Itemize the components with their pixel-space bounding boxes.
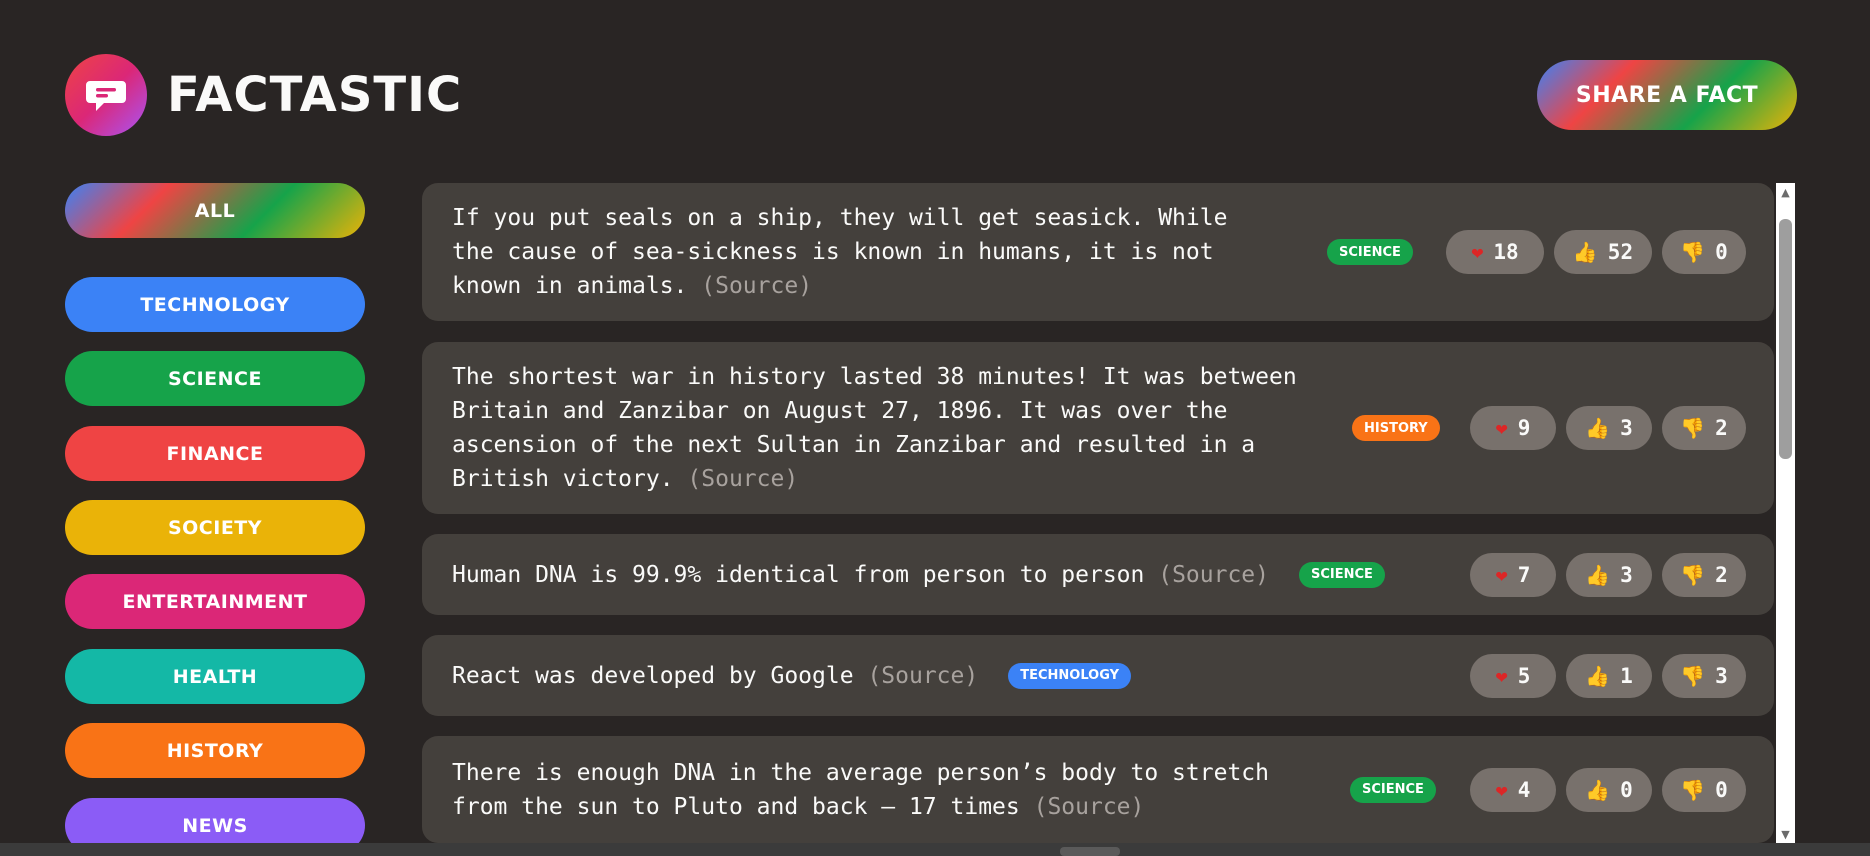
category-technology-button[interactable]: TECHNOLOGY — [65, 277, 365, 332]
brand: FACTASTIC — [65, 54, 462, 136]
share-fact-button[interactable]: SHARE A FACT — [1537, 60, 1797, 130]
source-link[interactable]: (Source) — [687, 466, 798, 492]
fact-statement: React was developed by Google — [452, 662, 854, 689]
thumbs-up-icon: 👍 — [1585, 416, 1611, 440]
fact-item: There is enough DNA in the average perso… — [422, 736, 1774, 843]
heart-count: 9 — [1517, 416, 1531, 440]
thumbs-up-vote-button[interactable]: 👍 1 — [1566, 653, 1652, 698]
header: FACTASTIC SHARE A FACT — [65, 54, 1797, 136]
category-society-button[interactable]: SOCIETY — [65, 500, 365, 555]
thumbs-down-count: 2 — [1715, 416, 1728, 440]
thumbs-down-icon: 👎 — [1680, 562, 1706, 587]
thumbs-up-icon: 👍 — [1585, 777, 1611, 802]
scroll-up-arrow-icon[interactable]: ▲ — [1776, 183, 1795, 201]
thumbs-down-icon: 👎 — [1680, 416, 1706, 440]
fact-statement: Human DNA is 99.9% identical from person… — [452, 561, 1145, 588]
thumbs-down-icon: 👎 — [1680, 777, 1706, 802]
fact-statement: The shortest war in history lasted 38 mi… — [452, 364, 1297, 492]
category-tag: HISTORY — [1352, 415, 1440, 441]
source-link[interactable]: (Source) — [867, 663, 978, 689]
vote-buttons: ❤ 18 👍 52 👎 0 — [1446, 230, 1746, 274]
fact-statement: If you put seals on a ship, they will ge… — [452, 205, 1228, 299]
category-all-button[interactable]: ALL — [65, 183, 365, 238]
thumbs-up-icon: 👍 — [1585, 663, 1611, 688]
heart-count: 4 — [1517, 777, 1531, 802]
thumbs-down-icon: 👎 — [1680, 663, 1706, 688]
heart-vote-button[interactable]: ❤ 7 — [1470, 552, 1556, 597]
category-tag: SCIENCE — [1299, 561, 1385, 588]
thumbs-up-count: 3 — [1620, 416, 1633, 440]
heart-vote-button[interactable]: ❤ 18 — [1446, 230, 1544, 274]
thumbs-down-count: 0 — [1715, 240, 1728, 264]
thumbs-down-count: 3 — [1715, 663, 1728, 688]
category-history-button[interactable]: HISTORY — [65, 723, 365, 778]
heart-vote-button[interactable]: ❤ 4 — [1470, 767, 1556, 812]
page: FACTASTIC SHARE A FACT ALL TECHNOLOGY SC… — [0, 0, 1870, 856]
scroll-down-arrow-icon[interactable]: ▼ — [1776, 825, 1795, 843]
source-link[interactable]: (Source) — [1158, 562, 1269, 588]
fact-text: Human DNA is 99.9% identical from person… — [452, 558, 1269, 592]
heart-vote-button[interactable]: ❤ 9 — [1470, 406, 1556, 450]
heart-icon: ❤ — [1495, 562, 1508, 587]
horizontal-scrollbar-thumb[interactable] — [1060, 847, 1120, 856]
category-tag: TECHNOLOGY — [1008, 662, 1131, 689]
heart-icon: ❤ — [1495, 663, 1508, 688]
heart-icon: ❤ — [1471, 240, 1484, 264]
heart-count: 18 — [1493, 240, 1519, 264]
heart-vote-button[interactable]: ❤ 5 — [1470, 653, 1556, 698]
heart-count: 7 — [1517, 562, 1531, 587]
fact-item: If you put seals on a ship, they will ge… — [422, 183, 1774, 321]
thumbs-down-vote-button[interactable]: 👎 3 — [1662, 653, 1746, 698]
thumbs-down-icon: 👎 — [1680, 240, 1706, 264]
thumbs-up-vote-button[interactable]: 👍 3 — [1566, 552, 1652, 597]
thumbs-up-count: 1 — [1620, 663, 1633, 688]
fact-item: Human DNA is 99.9% identical from person… — [422, 534, 1774, 615]
fact-statement: There is enough DNA in the average perso… — [452, 759, 1269, 820]
thumbs-up-icon: 👍 — [1585, 562, 1611, 587]
thumbs-down-vote-button[interactable]: 👎 0 — [1662, 230, 1746, 274]
heart-count: 5 — [1517, 663, 1531, 688]
thumbs-up-vote-button[interactable]: 👍 52 — [1554, 230, 1652, 274]
source-link[interactable]: (Source) — [1034, 794, 1145, 820]
thumbs-up-vote-button[interactable]: 👍 0 — [1566, 767, 1652, 812]
thumbs-up-count: 0 — [1620, 777, 1633, 802]
category-tag: SCIENCE — [1327, 239, 1413, 265]
thumbs-up-vote-button[interactable]: 👍 3 — [1566, 406, 1652, 450]
vote-buttons: ❤ 9 👍 3 👎 2 — [1470, 406, 1746, 450]
thumbs-down-count: 0 — [1715, 777, 1728, 802]
chat-bubble-icon — [65, 54, 147, 136]
thumbs-up-count: 52 — [1607, 240, 1634, 264]
thumbs-up-count: 3 — [1620, 562, 1633, 587]
vote-buttons: ❤ 4 👍 0 👎 0 — [1470, 767, 1746, 812]
vertical-scrollbar[interactable]: ▲ ▼ — [1776, 183, 1795, 843]
category-health-button[interactable]: HEALTH — [65, 649, 365, 704]
vote-buttons: ❤ 7 👍 3 👎 2 — [1470, 552, 1746, 597]
category-science-button[interactable]: SCIENCE — [65, 351, 365, 406]
fact-text: The shortest war in history lasted 38 mi… — [452, 360, 1302, 496]
thumbs-down-vote-button[interactable]: 👎 2 — [1662, 406, 1746, 450]
category-entertainment-button[interactable]: ENTERTAINMENT — [65, 574, 365, 629]
thumbs-down-vote-button[interactable]: 👎 0 — [1662, 767, 1746, 812]
heart-icon: ❤ — [1495, 416, 1508, 440]
fact-text: React was developed by Google (Source) — [452, 659, 978, 693]
fact-item: React was developed by Google (Source) T… — [422, 635, 1774, 716]
heart-icon: ❤ — [1495, 777, 1508, 802]
thumbs-up-icon: 👍 — [1572, 240, 1598, 264]
fact-text: If you put seals on a ship, they will ge… — [452, 201, 1282, 303]
app-title: FACTASTIC — [167, 67, 463, 123]
fact-text: There is enough DNA in the average perso… — [452, 756, 1282, 824]
scrollbar-thumb[interactable] — [1779, 219, 1792, 459]
facts-list: If you put seals on a ship, they will ge… — [422, 183, 1774, 843]
fact-item: The shortest war in history lasted 38 mi… — [422, 342, 1774, 514]
horizontal-scrollbar[interactable] — [0, 843, 1870, 856]
category-finance-button[interactable]: FINANCE — [65, 426, 365, 481]
category-tag: SCIENCE — [1350, 776, 1436, 803]
thumbs-down-vote-button[interactable]: 👎 2 — [1662, 552, 1746, 597]
thumbs-down-count: 2 — [1715, 562, 1728, 587]
source-link[interactable]: (Source) — [701, 273, 812, 299]
vote-buttons: ❤ 5 👍 1 👎 3 — [1470, 653, 1746, 698]
